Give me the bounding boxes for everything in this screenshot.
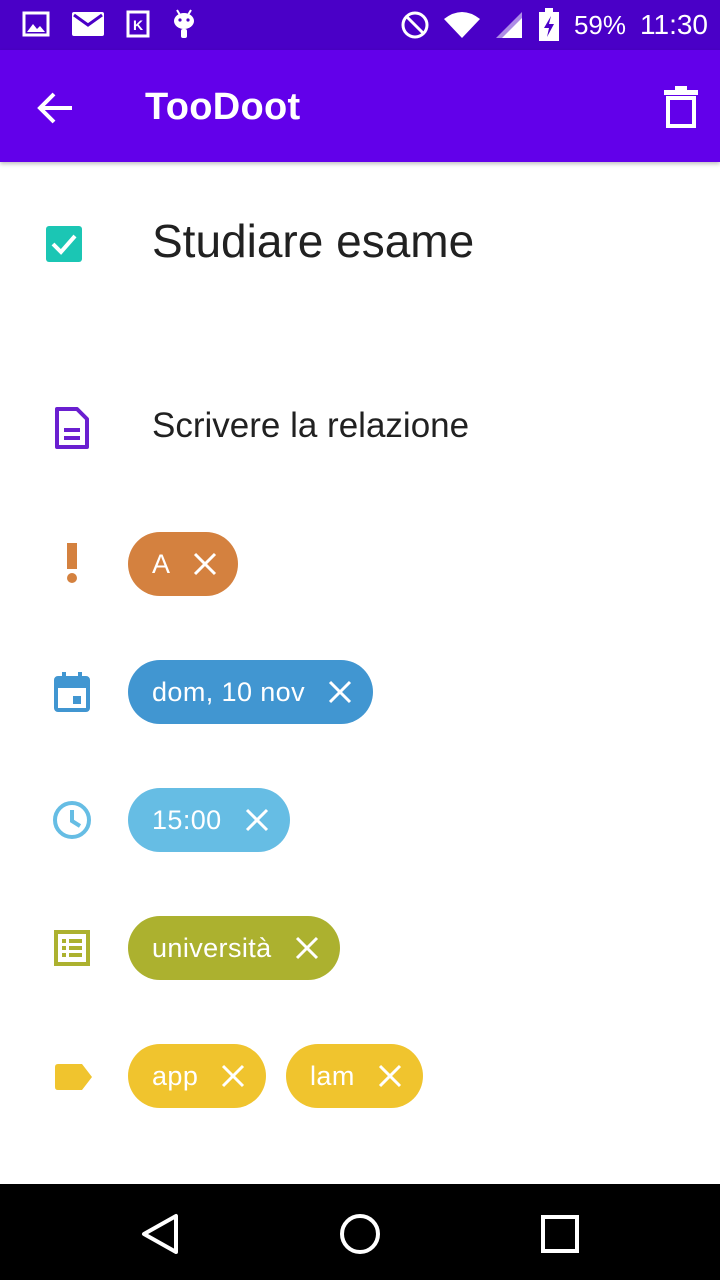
clock: 11:30 bbox=[640, 9, 708, 40]
k-app-icon: K bbox=[126, 10, 150, 38]
image-icon bbox=[22, 11, 50, 37]
task-title[interactable]: Studiare esame bbox=[152, 214, 474, 268]
svg-text:K: K bbox=[133, 17, 143, 33]
priority-icon bbox=[67, 543, 77, 583]
completed-checkbox[interactable] bbox=[46, 226, 82, 262]
tag-chip-label: app bbox=[152, 1060, 199, 1091]
nav-recents-icon[interactable] bbox=[538, 1212, 582, 1256]
list-chip[interactable]: università bbox=[128, 916, 340, 980]
clock-icon bbox=[53, 801, 91, 839]
app-bar: TooDoot bbox=[0, 50, 720, 162]
back-arrow-icon[interactable] bbox=[36, 88, 76, 128]
date-chip-label: dom, 10 nov bbox=[152, 676, 305, 707]
note-icon bbox=[55, 407, 89, 449]
nav-back-icon[interactable] bbox=[138, 1212, 182, 1256]
android-icon bbox=[174, 9, 194, 38]
delete-icon[interactable] bbox=[664, 86, 698, 128]
priority-chip-label: A bbox=[152, 548, 171, 579]
app-title: TooDoot bbox=[145, 86, 301, 128]
battery-charging-icon bbox=[538, 8, 559, 41]
remove-list-icon[interactable] bbox=[294, 935, 320, 961]
remove-time-icon[interactable] bbox=[244, 807, 270, 833]
battery-percent: 59% bbox=[573, 9, 626, 40]
tag-chip-app[interactable]: app bbox=[128, 1044, 267, 1108]
remove-tag-icon[interactable] bbox=[377, 1063, 403, 1089]
navigation-bar bbox=[0, 1184, 720, 1280]
do-not-disturb-icon bbox=[401, 11, 429, 39]
priority-chip[interactable]: A bbox=[128, 532, 239, 596]
tag-icon bbox=[55, 1064, 92, 1090]
remove-priority-icon[interactable] bbox=[192, 551, 218, 577]
calendar-icon bbox=[54, 672, 90, 712]
signal-icon bbox=[495, 12, 522, 38]
status-bar: K 59% 11:30 bbox=[0, 0, 720, 50]
tag-chip-lam[interactable]: lam bbox=[286, 1044, 423, 1108]
wifi-icon bbox=[443, 12, 480, 38]
time-chip-label: 15:00 bbox=[152, 804, 222, 835]
remove-date-icon[interactable] bbox=[327, 679, 353, 705]
tag-chip-label: lam bbox=[310, 1060, 355, 1091]
remove-tag-icon[interactable] bbox=[220, 1063, 246, 1089]
date-chip[interactable]: dom, 10 nov bbox=[128, 660, 373, 724]
time-chip[interactable]: 15:00 bbox=[128, 788, 290, 852]
list-icon bbox=[54, 930, 90, 966]
mail-icon bbox=[72, 12, 104, 36]
nav-home-icon[interactable] bbox=[338, 1212, 382, 1256]
task-note[interactable]: Scrivere la relazione bbox=[152, 406, 469, 446]
list-chip-label: università bbox=[152, 932, 272, 963]
